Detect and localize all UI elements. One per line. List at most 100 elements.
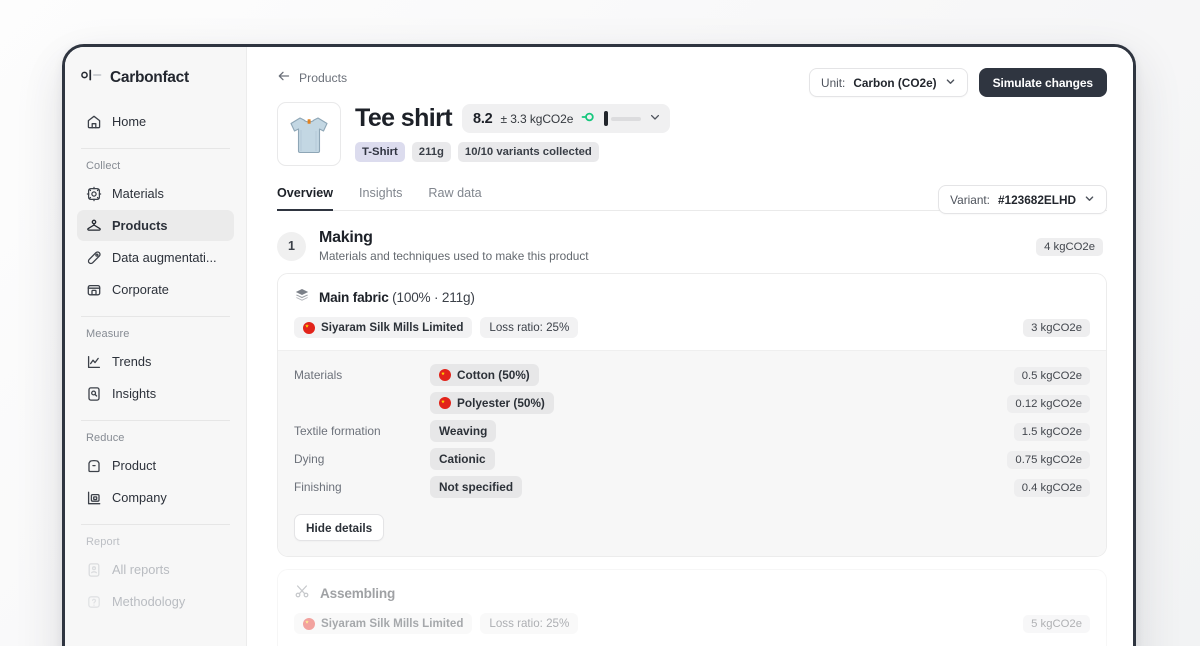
sidebar-item-home[interactable]: Home <box>77 106 234 137</box>
card-title: Main fabric (100% · 211g) <box>319 290 475 305</box>
insights-icon <box>86 386 102 402</box>
hanger-icon <box>86 218 102 234</box>
stage-title: Making <box>319 229 373 246</box>
spec-value: Not specified <box>430 476 523 498</box>
material-chip-polyester[interactable]: Polyester (50%) <box>430 392 554 414</box>
main-content: Products Unit: Carbon (CO2e) Simulate ch… <box>247 47 1133 646</box>
tab-raw-data[interactable]: Raw data <box>428 186 481 211</box>
tag-category: T-Shirt <box>355 142 405 163</box>
brand-logo[interactable]: Carbonfact <box>77 63 234 92</box>
variant-row: Variant: #123682ELHD <box>938 185 1107 214</box>
sidebar-item-data-augmentation[interactable]: Data augmentati... <box>77 242 234 273</box>
simulate-changes-button[interactable]: Simulate changes <box>978 68 1107 97</box>
stage-header-making: 1 Making Materials and techniques used t… <box>277 229 1107 263</box>
chevron-down-icon <box>1084 193 1095 207</box>
arrow-left-icon <box>277 69 291 86</box>
sidebar-item-product[interactable]: Product <box>77 450 234 481</box>
tag-variants-collected: 10/10 variants collected <box>457 142 599 163</box>
flag-icon <box>303 321 315 334</box>
tab-insights[interactable]: Insights <box>359 186 402 211</box>
chevron-down-icon <box>945 76 956 90</box>
spec-co2-value: 0.12 kgCO2e <box>1007 395 1090 413</box>
tab-overview[interactable]: Overview <box>277 186 334 211</box>
sidebar-item-label: Products <box>112 218 168 233</box>
sidebar-item-materials[interactable]: Materials <box>77 178 234 209</box>
spec-co2-value: 0.5 kgCO2e <box>1013 367 1090 385</box>
sidebar-item-company[interactable]: Company <box>77 482 234 513</box>
sidebar-item-label: Data augmentati... <box>112 250 217 265</box>
product-title-line: Tee shirt 8.2 ± 3.3 kgCO2e <box>355 104 671 133</box>
variant-select-value: #123682ELHD <box>997 192 1076 207</box>
card-header-meta-row: Siyaram Silk Mills Limited Loss ratio: 2… <box>294 317 1090 338</box>
flag-icon <box>439 369 451 381</box>
spec-row-dying: Dying Cationic 0.75 kgCO2e <box>294 445 1090 473</box>
sidebar-group-report: Report <box>86 536 120 548</box>
spec-row-materials: Materials Cotton (50%) 0.5 kgCO2e <box>294 361 1090 389</box>
sidebar-item-label: Trends <box>112 354 152 369</box>
spec-co2-value: 0.4 kgCO2e <box>1013 479 1090 497</box>
spec-label: Textile formation <box>294 424 381 438</box>
sidebar-item-insights[interactable]: Insights <box>77 378 234 409</box>
sidebar-item-label: Insights <box>112 386 157 401</box>
chevron-down-icon <box>649 110 661 128</box>
stage-number: 1 <box>277 231 306 261</box>
card-footer: Hide details <box>278 501 1106 556</box>
sidebar-item-label: Product <box>112 458 157 473</box>
product-header-text: Tee shirt 8.2 ± 3.3 kgCO2e T-Shirt 211g … <box>355 102 671 163</box>
divider <box>81 420 230 421</box>
loss-ratio-chip: Loss ratio: 25% <box>480 613 579 634</box>
sidebar-item-products[interactable]: Products <box>77 210 234 241</box>
card-assembling: Assembling Siyaram Silk Mills Limited Lo… <box>277 569 1107 646</box>
card-header: Assembling Siyaram Silk Mills Limited Lo… <box>278 570 1106 646</box>
unit-select[interactable]: Unit: Carbon (CO2e) <box>809 68 968 97</box>
gauge-marker <box>604 111 609 126</box>
spec-value: Polyester (50%) <box>430 392 554 414</box>
card-header-meta-row: Siyaram Silk Mills Limited Loss ratio: 2… <box>294 613 1090 634</box>
unit-select-prefix: Unit: <box>821 75 846 90</box>
card-co2-value: 3 kgCO2e <box>1023 318 1090 337</box>
sidebar-item-trends[interactable]: Trends <box>77 346 234 377</box>
sidebar-item-label: Home <box>112 114 147 129</box>
building-icon <box>86 282 102 298</box>
textile-formation-chip[interactable]: Weaving <box>430 420 497 442</box>
supplier-chip[interactable]: Siyaram Silk Mills Limited <box>294 317 473 338</box>
stage-subtitle: Materials and techniques used to make th… <box>319 249 589 263</box>
material-name: Polyester (50%) <box>457 396 545 410</box>
dying-chip[interactable]: Cationic <box>430 448 495 470</box>
spec-right: 1.5 kgCO2e <box>1013 422 1090 441</box>
divider <box>81 316 230 317</box>
material-name: Cotton (50%) <box>457 368 530 382</box>
sidebar-group-collect: Collect <box>86 160 121 172</box>
app-window: Carbonfact Home Collect Materials Produc… <box>65 47 1133 646</box>
co2-badge[interactable]: 8.2 ± 3.3 kgCO2e <box>461 104 671 133</box>
materials-icon <box>86 186 102 202</box>
supplier-chip[interactable]: Siyaram Silk Mills Limited <box>294 613 473 634</box>
spec-label: Finishing <box>294 480 342 494</box>
hide-details-button[interactable]: Hide details <box>294 514 385 541</box>
sidebar-group-measure: Measure <box>86 328 130 340</box>
spec-right: 0.4 kgCO2e <box>1013 478 1090 497</box>
spec-label: Materials <box>294 368 343 382</box>
gauge-track <box>611 116 642 121</box>
breadcrumb-back-products[interactable]: Products <box>277 69 347 86</box>
supplier-name: Siyaram Silk Mills Limited <box>321 321 464 334</box>
card-header-title-row: Main fabric (100% · 211g) <box>294 287 1090 308</box>
question-icon <box>86 594 102 610</box>
sidebar-item-corporate[interactable]: Corporate <box>77 274 234 305</box>
breadcrumb-label: Products <box>299 70 348 85</box>
material-chip-cotton[interactable]: Cotton (50%) <box>430 364 539 386</box>
card-title: Assembling <box>320 586 396 601</box>
variant-select[interactable]: Variant: #123682ELHD <box>938 185 1107 214</box>
sidebar-item-label: Corporate <box>112 282 169 297</box>
carbonfact-logo-icon <box>81 68 103 87</box>
finishing-chip[interactable]: Not specified <box>430 476 523 498</box>
scissors-icon <box>294 583 310 604</box>
co2-value: 8.2 <box>472 110 493 127</box>
sidebar-item-methodology[interactable]: Methodology <box>77 586 234 617</box>
spec-label: Dying <box>294 452 325 466</box>
report-icon <box>86 562 102 578</box>
shirt-icon <box>86 458 102 474</box>
carbon-rating-icon <box>581 110 596 128</box>
stage-value-wrap: 4 kgCO2e <box>1036 237 1103 256</box>
sidebar-item-all-reports[interactable]: All reports <box>77 554 234 585</box>
